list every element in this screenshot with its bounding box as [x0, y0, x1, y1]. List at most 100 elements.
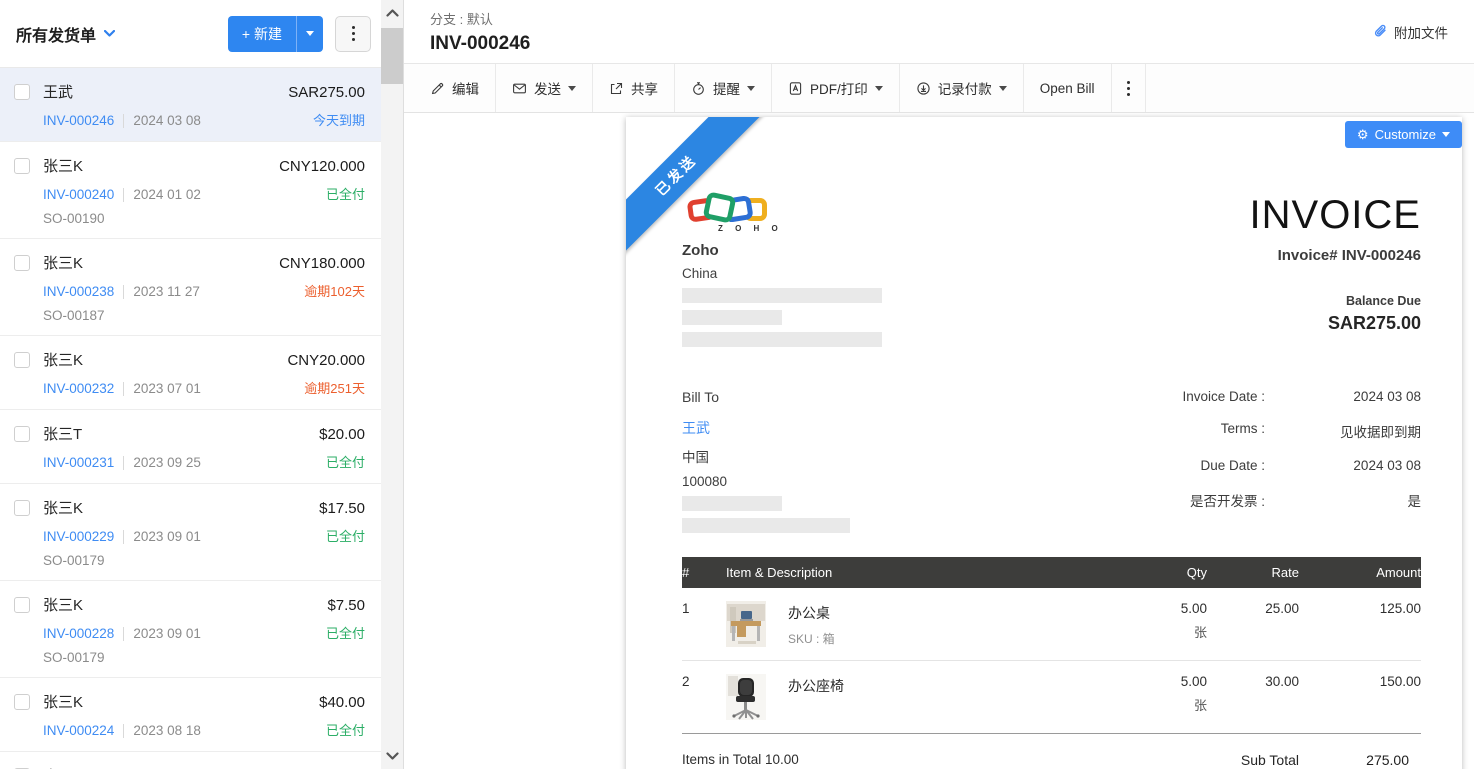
column-header-amount: Amount: [1299, 557, 1421, 588]
list-filter-label: 所有发货单: [16, 27, 97, 45]
toolbar-more-options-button[interactable]: [1112, 64, 1146, 112]
branch-label: 分支 : 默认: [430, 11, 493, 27]
list-header: 所有发货单 + 新建: [0, 0, 381, 67]
row-body: 张三K CNY120.000 INV-000223 2023 08 11 逾期2…: [43, 765, 365, 769]
envelope-icon: [513, 83, 526, 93]
meta-label: Invoice Date :: [1182, 389, 1265, 404]
bill-to-postal: 100080: [682, 474, 728, 489]
invoice-number-link[interactable]: INV-000246: [43, 113, 114, 128]
invoice-date: 2024 01 02: [133, 187, 201, 202]
redacted-text-bar: [682, 332, 882, 347]
new-invoice-dropdown-button[interactable]: [296, 15, 323, 52]
divider: [123, 113, 125, 128]
send-button[interactable]: 发送: [496, 64, 593, 112]
record-payment-button[interactable]: 记录付款: [900, 64, 1024, 112]
list-item[interactable]: 张三K CNY120.000 INV-000223 2023 08 11 逾期2…: [0, 752, 381, 769]
invoice-number-link[interactable]: INV-000231: [43, 455, 114, 470]
list-item[interactable]: 张三K $40.00 INV-000224 2023 08 18 已全付: [0, 678, 381, 752]
balance-due-label: Balance Due: [1345, 294, 1421, 308]
meta-value: 见收据即到期: [1340, 425, 1421, 440]
items-tbody: 1 办公桌 SKU : 箱 5.00 张 25.00 125.00 2 办公座椅…: [682, 588, 1421, 734]
column-header-item: Item & Description: [726, 557, 1097, 588]
list-item[interactable]: 张三K $7.50 INV-000228 2023 09 01 已全付 SO-0…: [0, 581, 381, 678]
scrollbar-thumb[interactable]: [381, 28, 403, 84]
more-vertical-icon: [351, 26, 355, 41]
row-body: 张三K CNY20.000 INV-000232 2023 07 01 逾期25…: [43, 349, 365, 397]
sales-order-number: SO-00187: [43, 308, 105, 323]
invoice-amount: $40.00: [319, 694, 365, 711]
invoice-number-link[interactable]: INV-000224: [43, 723, 114, 738]
sales-order-number: SO-00190: [43, 211, 105, 226]
item-index: 1: [682, 588, 726, 661]
customer-name: 张三K: [43, 500, 84, 517]
row-checkbox[interactable]: [14, 694, 30, 710]
item-name: 办公座椅: [788, 678, 844, 694]
list-filter-dropdown[interactable]: 所有发货单: [16, 22, 116, 46]
meta-value: 2024 03 08: [1353, 389, 1421, 404]
customize-button[interactable]: ⚙ Customize: [1344, 121, 1462, 148]
redacted-text-bar: [682, 518, 850, 533]
row-checkbox[interactable]: [14, 84, 30, 100]
sub-total-label: Sub Total: [1240, 752, 1299, 768]
customer-name: 张三K: [43, 352, 84, 369]
invoice-amount: SAR275.00: [288, 84, 365, 101]
invoice-number-link[interactable]: INV-000232: [43, 381, 114, 396]
invoice-amount: $20.00: [319, 426, 365, 443]
customer-name: 张三K: [43, 694, 84, 711]
open-bill-button[interactable]: Open Bill: [1024, 64, 1112, 112]
sub-total-value: 275.00: [1366, 752, 1409, 768]
list-item[interactable]: 张三K CNY120.000 INV-000240 2024 01 02 已全付…: [0, 142, 381, 239]
item-sku: SKU : 箱: [788, 632, 835, 646]
new-invoice-button[interactable]: + 新建: [227, 15, 296, 52]
share-button[interactable]: 共享: [593, 64, 675, 112]
edit-button[interactable]: 编辑: [414, 64, 496, 112]
meta-value: 是: [1407, 494, 1422, 509]
invoice-number-link[interactable]: INV-000238: [43, 284, 114, 299]
status-badge: 已全付: [325, 529, 365, 544]
list-more-options-button[interactable]: [335, 15, 371, 52]
list-item[interactable]: 张三K $17.50 INV-000229 2023 09 01 已全付 SO-…: [0, 484, 381, 581]
row-checkbox[interactable]: [14, 352, 30, 368]
scroll-up-button[interactable]: [381, 9, 403, 17]
invoice-meta-block: Invoice Date : 2024 03 08 Terms : 见收据即到期 D…: [1182, 389, 1421, 533]
pdf-print-button[interactable]: PDF/打印: [772, 64, 900, 112]
invoice-list-pane: 所有发货单 + 新建 王武 SAR275.00 INV-000246 2024 …: [0, 0, 381, 769]
balance-due-value: SAR275.00: [1327, 313, 1421, 333]
customize-label: Customize: [1374, 127, 1436, 142]
invoice-number-link[interactable]: INV-000240: [43, 187, 114, 202]
gear-icon: ⚙: [1356, 127, 1369, 142]
customer-name: 张三K: [43, 765, 83, 769]
list-item[interactable]: 张三K CNY180.000 INV-000238 2023 11 27 逾期1…: [0, 239, 381, 336]
invoice-number: Invoice# INV-000246: [1277, 247, 1421, 264]
table-row: 2 办公座椅 5.00 张 30.00 150.00: [682, 660, 1421, 734]
list-item[interactable]: 王武 SAR275.00 INV-000246 2024 03 08 今天到期: [0, 68, 381, 142]
bill-to-country: 中国: [682, 450, 709, 465]
invoice-number-link[interactable]: INV-000228: [43, 626, 114, 641]
row-checkbox[interactable]: [14, 500, 30, 516]
bill-to-customer-link[interactable]: 王武: [682, 418, 710, 438]
invoice-number-link[interactable]: INV-000229: [43, 529, 114, 544]
row-checkbox[interactable]: [14, 426, 30, 442]
item-qty: 5.00: [1180, 601, 1207, 616]
row-checkbox[interactable]: [14, 158, 30, 174]
chevron-down-icon: [568, 85, 576, 91]
row-checkbox[interactable]: [14, 597, 30, 613]
item-unit: 张: [1193, 698, 1207, 713]
list-item[interactable]: 张三T $20.00 INV-000231 2023 09 25 已全付: [0, 410, 381, 484]
scroll-down-button[interactable]: [381, 752, 403, 760]
attach-files-button[interactable]: 附加文件: [1373, 22, 1448, 42]
divider: [123, 529, 125, 544]
column-header-rate: Rate: [1207, 557, 1299, 588]
invoice-date: 2023 09 25: [133, 455, 201, 470]
attach-files-label: 附加文件: [1394, 25, 1448, 41]
item-unit: 张: [1193, 625, 1207, 640]
reminder-button[interactable]: 提醒: [675, 64, 772, 112]
customer-name: 王武: [43, 84, 74, 101]
row-checkbox[interactable]: [14, 255, 30, 271]
item-rate: 30.00: [1207, 660, 1299, 734]
column-header-index: #: [682, 557, 726, 588]
list-item[interactable]: 张三K CNY20.000 INV-000232 2023 07 01 逾期25…: [0, 336, 381, 410]
invoice-amount: $17.50: [319, 500, 365, 517]
list-scrollbar[interactable]: [381, 0, 404, 769]
sales-order-number: SO-00179: [43, 650, 105, 665]
